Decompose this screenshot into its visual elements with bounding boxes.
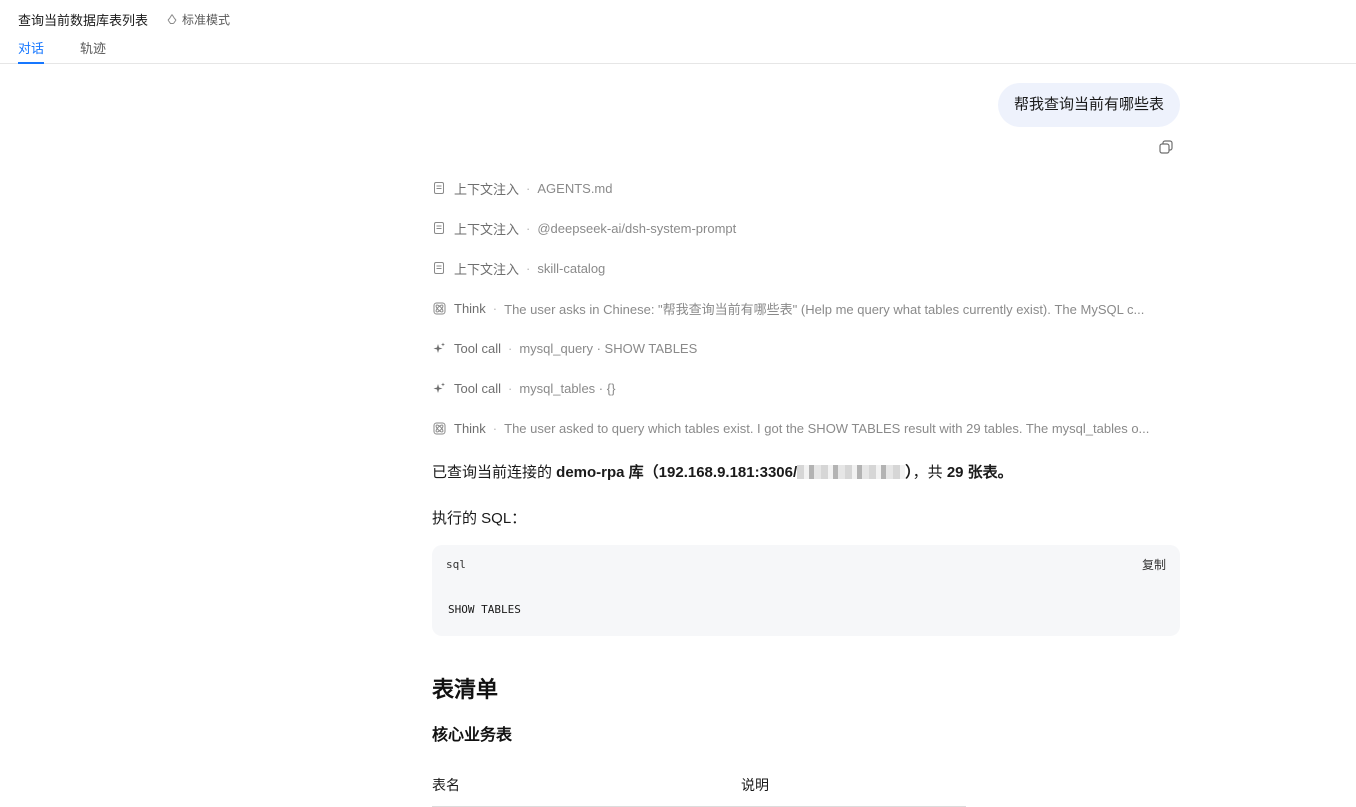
step-detail: The user asks in Chinese: "帮我查询当前有哪些表" (… [504,301,1145,317]
code-content: SHOW TABLES [448,603,521,616]
redacted-db-name [797,465,906,479]
step-separator: · [507,380,513,396]
step-separator: · [492,420,498,436]
sparkle-icon [432,381,446,395]
brain-icon [432,301,446,315]
step-separator: · [526,220,531,236]
summary-db: demo-rpa 库（192.168.9.181:3306/ [556,464,798,481]
step-kind: Tool call [454,380,501,396]
step-detail: mysql_tables · {} [519,380,616,396]
subsection-title: 核心业务表 [432,727,513,744]
brain-icon [432,421,446,435]
step-separator: · [507,340,513,356]
step-kind: 上下文注入 [454,221,520,237]
document-icon [432,181,446,195]
step-think-1[interactable]: Think · The user asks in Chinese: "帮我查询当… [432,298,1180,318]
recycle-icon [167,14,177,24]
section-title: 表清单 [432,677,499,702]
step-tool-call-tables[interactable]: Tool call · mysql_tables · {} [432,378,1180,398]
user-message-bubble: 帮我查询当前有哪些表 [997,83,1180,127]
code-language: sql [446,558,466,571]
document-icon [432,221,446,235]
sql-label: 执行的 SQL： [432,510,527,527]
column-header-description: 说明 [741,777,769,793]
step-kind: Think [454,420,486,436]
tab-bar: 对话 轨迹 [18,38,142,64]
step-think-2[interactable]: Think · The user asked to query which ta… [432,418,1180,438]
step-detail: mysql_query · SHOW TABLES [519,340,698,356]
sparkle-icon [432,341,446,355]
code-block: sql 复制 SHOW TABLES [432,545,1180,636]
summary-close: ） [905,464,913,481]
step-separator: · [526,260,531,276]
copy-code-button[interactable]: 复制 [1142,556,1166,573]
app-header: 查询当前数据库表列表 标准模式 对话 轨迹 [0,0,1356,64]
step-separator: · [526,180,531,196]
title-row: 查询当前数据库表列表 标准模式 [18,10,230,28]
step-kind: Tool call [454,340,501,356]
step-detail: @deepseek-ai/dsh-system-prompt [537,220,737,236]
step-tool-call-query[interactable]: Tool call · mysql_query · SHOW TABLES [432,338,1180,358]
step-context-system-prompt[interactable]: 上下文注入 · @deepseek-ai/dsh-system-prompt [432,218,1180,238]
mode-badge[interactable]: 标准模式 [166,11,230,28]
summary-prefix: 已查询当前连接的 [432,464,557,481]
step-separator: · [492,300,498,316]
step-detail: AGENTS.md [537,180,613,196]
tab-trace[interactable]: 轨迹 [80,38,106,64]
summary-count: 29 张表。 [946,464,1013,481]
step-kind: 上下文注入 [454,181,520,197]
tab-chat[interactable]: 对话 [18,38,45,64]
step-detail: skill-catalog [537,260,606,276]
page-title: 查询当前数据库表列表 [18,12,149,28]
step-detail: The user asked to query which tables exi… [504,420,1150,436]
summary-middle: ，共 [912,464,947,481]
step-kind: 上下文注入 [454,261,520,277]
step-context-skill-catalog[interactable]: 上下文注入 · skill-catalog [432,258,1180,278]
table-header: 表名 说明 [432,772,966,807]
copy-icon[interactable] [1158,139,1174,155]
document-icon [432,261,446,275]
mode-label: 标准模式 [182,12,231,27]
step-context-agents[interactable]: 上下文注入 · AGENTS.md [432,178,1180,198]
step-kind: Think [454,300,486,316]
answer-summary: 已查询当前连接的 demo-rpa 库（192.168.9.181:3306/ ）… [432,461,1013,482]
column-header-name: 表名 [432,777,460,793]
